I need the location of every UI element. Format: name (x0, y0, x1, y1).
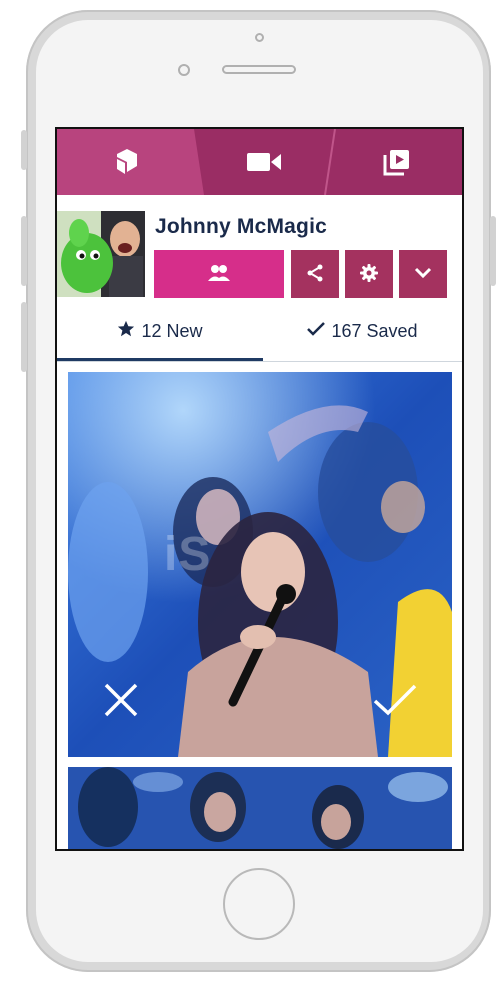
tab-saved-label: 167 Saved (331, 321, 418, 341)
logo-icon (114, 148, 140, 176)
tab-new[interactable]: 12 New (57, 305, 263, 361)
tab-new-label: 12 New (141, 321, 203, 341)
more-options-button[interactable] (399, 250, 447, 298)
share-icon (305, 263, 325, 286)
phone-mute-switch (21, 130, 27, 170)
phone-home-button[interactable] (223, 868, 295, 940)
photo-feed: iS (57, 362, 462, 849)
close-icon (103, 682, 139, 723)
phone-front-camera (178, 64, 190, 76)
profile-name: Johnny McMagic (155, 215, 327, 238)
checkmark-icon (373, 683, 417, 722)
followers-button[interactable] (154, 250, 284, 298)
star-icon (117, 320, 135, 343)
nav-tab-playlist[interactable] (331, 129, 462, 195)
reject-photo-button[interactable] (96, 677, 146, 727)
settings-button[interactable] (345, 250, 393, 298)
phone-speaker (222, 65, 296, 74)
nav-tab-video[interactable] (197, 129, 331, 195)
share-button[interactable] (291, 250, 339, 298)
checkmark-icon (307, 321, 326, 342)
profile-header: Johnny McMagic (57, 195, 462, 303)
photo-card[interactable]: iS (68, 372, 452, 757)
content-tabs: 12 New 167 Saved (57, 305, 462, 362)
followers-icon (207, 264, 231, 285)
party-photo (68, 767, 452, 849)
playlist-icon (383, 148, 411, 176)
photo-card[interactable] (68, 767, 452, 849)
video-camera-icon (246, 150, 282, 174)
avatar[interactable] (57, 211, 145, 297)
phone-volume-up (21, 216, 27, 286)
photo-watermark: iS (164, 528, 212, 581)
gear-icon (359, 263, 379, 286)
phone-volume-down (21, 302, 27, 372)
phone-sensor (255, 33, 264, 42)
tab-saved[interactable]: 167 Saved (263, 305, 462, 358)
save-photo-button[interactable] (370, 677, 420, 727)
phone-power-button (490, 216, 496, 286)
chevron-down-icon (413, 266, 433, 283)
app-screen: Johnny McMagic 12 New 167 Saved iS (55, 127, 464, 851)
top-navigation (57, 129, 462, 195)
nav-tab-home[interactable] (57, 129, 197, 195)
